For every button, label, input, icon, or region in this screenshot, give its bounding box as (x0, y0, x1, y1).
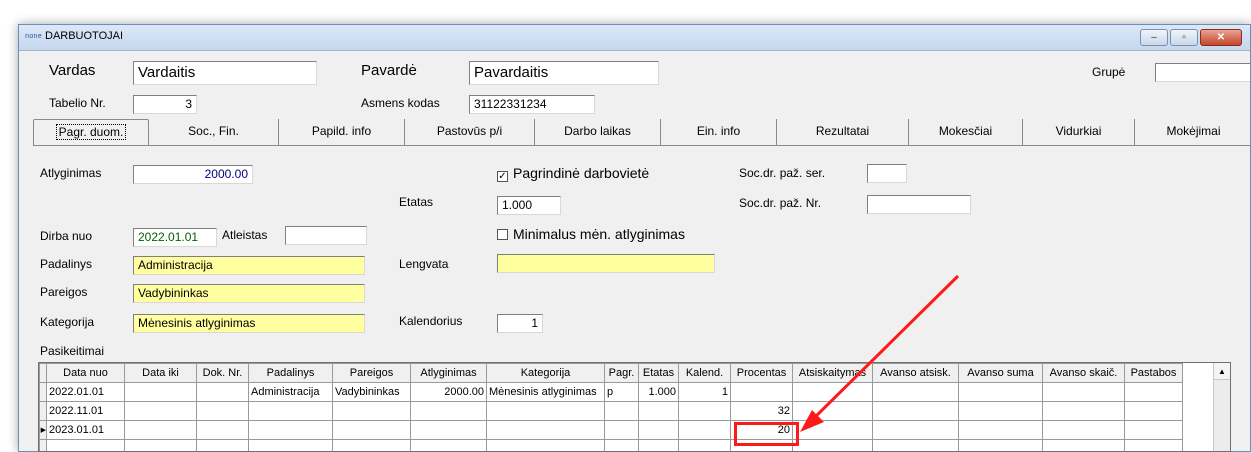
arrow-shaft (806, 274, 960, 426)
annotation-arrow (800, 274, 960, 432)
